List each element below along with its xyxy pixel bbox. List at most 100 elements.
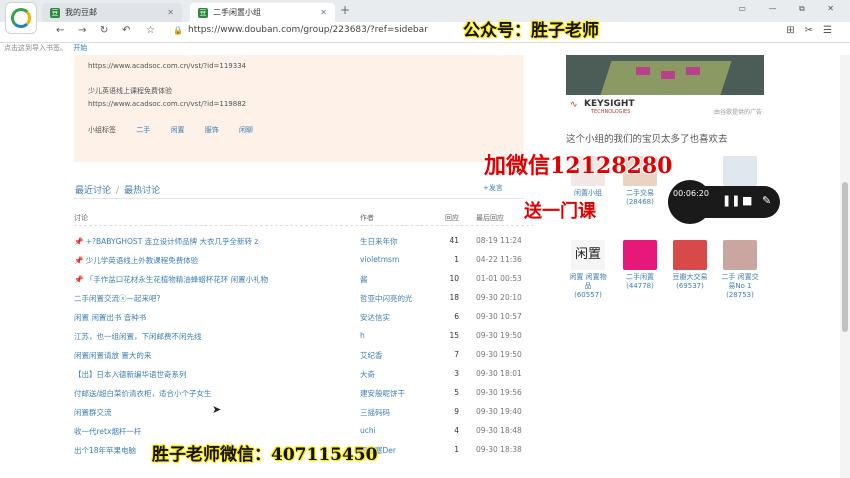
topic-link[interactable]: 二手闲置交流ⓧ—起来吧? [74, 293, 354, 304]
reply-count: 1 [454, 255, 459, 264]
table-row: 闲置闲置请放 置大的来 艾纪香 7 09-30 19:50 [74, 346, 534, 365]
group-thumbnail [723, 156, 757, 186]
browser-toolbar: ← → ↻ ↶ ☆ 🔒 https://www.douban.com/group… [0, 22, 850, 43]
tag-item[interactable]: 服饰 [205, 126, 219, 134]
bookmarks-hint: 点击这到导入书签。 [4, 44, 67, 52]
promo-link-2[interactable]: https://www.acadsoc.com.cn/vst/?id=11988… [88, 100, 246, 108]
group-card[interactable]: 二手 闲置交易No 1 (28753) [718, 240, 762, 300]
close-icon[interactable]: ✕ [167, 3, 174, 22]
group-card[interactable]: 闲置 闲置 闲置物品 (60557) [566, 240, 610, 300]
last-reply-time: 01-01 00:53 [476, 274, 522, 283]
author-link[interactable]: 艾纪香 [360, 350, 430, 361]
browser-logo-icon[interactable] [5, 2, 37, 34]
group-card[interactable]: 豆瓣大交易 (69537) [668, 240, 712, 291]
tab-recent[interactable]: 最近讨论 [75, 186, 111, 196]
table-row: 江苏，也一组闲置，下闲邮费不闲先线 h 15 09-30 19:50 [74, 327, 534, 346]
group-thumbnail: 闲置 [571, 240, 605, 270]
group-intro-box: https://www.acadsoc.com.cn/vst/?id=11933… [74, 55, 524, 162]
group-name[interactable]: 二手 闲置交易No 1 [721, 273, 758, 290]
lock-icon: 🔒 [173, 26, 183, 35]
author-link[interactable]: violetmsm [360, 255, 430, 264]
stop-icon[interactable]: ■ [742, 194, 752, 207]
forward-icon[interactable]: → [78, 25, 86, 36]
window-controls[interactable]: ▭ — ⧉ ✕ [738, 4, 844, 14]
watermark-gift: 送一门课 [524, 201, 596, 222]
group-name[interactable]: 闲置 闲置物品 [569, 273, 606, 290]
bookmarks-bar: 点击这到导入书签。 开始 [0, 43, 850, 55]
reply-count: 7 [454, 350, 459, 359]
star-icon[interactable]: ☆ [146, 25, 155, 36]
ad-brand-sub: TECHNOLOGIES [591, 109, 631, 115]
author-link[interactable]: 大奇 [360, 369, 430, 380]
group-name[interactable]: 二手交易 [626, 189, 654, 197]
table-row: 付邮送/超白菜价清衣柜，适合小个子女生 建安般呢饼干 5 09-30 19:56 [74, 384, 534, 403]
pen-icon[interactable]: ✎ [762, 194, 771, 207]
last-reply-time: 04-22 11:36 [476, 255, 522, 264]
undo-icon[interactable]: ↶ [122, 25, 130, 36]
group-name[interactable]: 闲置小组 [574, 189, 602, 197]
video-player-controls: 00:06:20 ❚❚ ■ ✎ [668, 180, 780, 224]
author-link[interactable]: 酱 [360, 274, 430, 285]
author-link[interactable]: 生日来年你 [360, 236, 430, 247]
group-name[interactable]: 二手闲置 [626, 273, 654, 281]
author-link[interactable]: 建安般呢饼干 [360, 388, 430, 399]
close-icon[interactable]: ✕ [320, 3, 327, 22]
topic-link[interactable]: 付邮送/超白菜价清衣柜，适合小个子女生 [74, 388, 354, 399]
new-tab-button[interactable]: + [340, 3, 350, 17]
author-link[interactable]: 三摇码码 [360, 407, 430, 418]
tab-hot[interactable]: 最热讨论 [124, 186, 160, 196]
last-reply-time: 09-30 19:50 [476, 350, 522, 359]
group-name[interactable]: 豆瓣大交易 [673, 273, 708, 281]
reply-count: 41 [449, 236, 459, 245]
group-count: (69537) [676, 282, 704, 290]
new-post-button[interactable]: +发言 [483, 183, 503, 193]
promo-link-1[interactable]: https://www.acadsoc.com.cn/vst/?id=11933… [88, 62, 246, 70]
author-link[interactable]: h [360, 331, 430, 340]
watermark-wechat: 加微信12128280 [484, 153, 673, 179]
related-groups-heading: 这个小组的我们的宝贝太多了也喜欢去 [566, 134, 728, 145]
group-card[interactable]: 二手闲置 (44778) [618, 240, 662, 291]
scroll-thumb[interactable] [842, 182, 848, 332]
back-icon[interactable]: ← [56, 25, 64, 36]
topic-link[interactable]: 【出】日本入德新编华语世奇系列 [74, 369, 354, 380]
tag-item[interactable]: 二手 [136, 126, 150, 134]
topic-link[interactable]: 江苏，也一组闲置，下闲邮费不闲先线 [74, 331, 354, 342]
last-reply-time: 09-30 10:57 [476, 312, 522, 321]
watermark-account: 公众号：胜子老师 [463, 21, 599, 41]
ad-banner[interactable]: ∿ KEYSIGHT TECHNOLOGIES 由谷歌提供的广告 [566, 55, 764, 117]
group-thumbnail [723, 240, 757, 270]
bookmarks-start-link[interactable]: 开始 [73, 44, 87, 52]
ad-chip [636, 67, 650, 75]
topic-link[interactable]: 📌 「手作盆口花材永生花植物精油蜂蜡杯花环 闲置小礼物 [74, 274, 354, 285]
last-reply-time: 09-30 19:56 [476, 388, 522, 397]
author-link[interactable]: 安达信实 [360, 312, 430, 323]
pause-icon[interactable]: ❚❚ [722, 194, 740, 207]
reply-count: 3 [454, 369, 459, 378]
timer-circle: 00:06:20 [668, 180, 712, 224]
ad-chip [686, 67, 700, 75]
topic-link[interactable]: 收一代retx烟杆一杆 [74, 426, 354, 437]
url-text[interactable]: https://www.douban.com/group/223683/?ref… [188, 25, 428, 35]
col-author: 作者 [360, 214, 374, 222]
ad-footer: ∿ KEYSIGHT TECHNOLOGIES 由谷歌提供的广告 [566, 95, 764, 117]
tag-item[interactable]: 闲聊 [239, 126, 253, 134]
topic-link[interactable]: 📌 少儿学英语线上外教课程免费体验 [74, 255, 354, 266]
tab-my-mail[interactable]: 豆我的豆邮 ✕ [42, 3, 182, 22]
topic-link[interactable]: 闲置闲置请放 置大的来 [74, 350, 354, 361]
tags-label: 小组标签 [88, 126, 116, 134]
reload-icon[interactable]: ↻ [100, 25, 108, 36]
group-count: (60557) [574, 291, 602, 299]
tag-item[interactable]: 闲置 [170, 126, 184, 134]
toolbar-menu-icons[interactable]: ⊞✂☰ [786, 25, 842, 36]
last-reply-time: 09-30 18:38 [476, 445, 522, 454]
author-link[interactable]: uchi [360, 426, 430, 435]
group-count: (28753) [726, 291, 754, 299]
reply-count: 4 [454, 426, 459, 435]
topic-link[interactable]: 闲置 闲置出书 音种书 [74, 312, 354, 323]
table-row: 收一代retx烟杆一杆 uchi 4 09-30 18:48 [74, 422, 534, 441]
tab-second-hand-group[interactable]: 豆二手闲置小组 ✕ [190, 3, 335, 22]
reply-count: 6 [454, 312, 459, 321]
page-scrollbar[interactable] [840, 55, 850, 478]
topic-link[interactable]: 📌 +?BABYGHOST 连立设计师品牌 大衣几乎全新转 z [74, 236, 354, 247]
author-link[interactable]: 哲亚中闪亮的光 [360, 293, 430, 304]
